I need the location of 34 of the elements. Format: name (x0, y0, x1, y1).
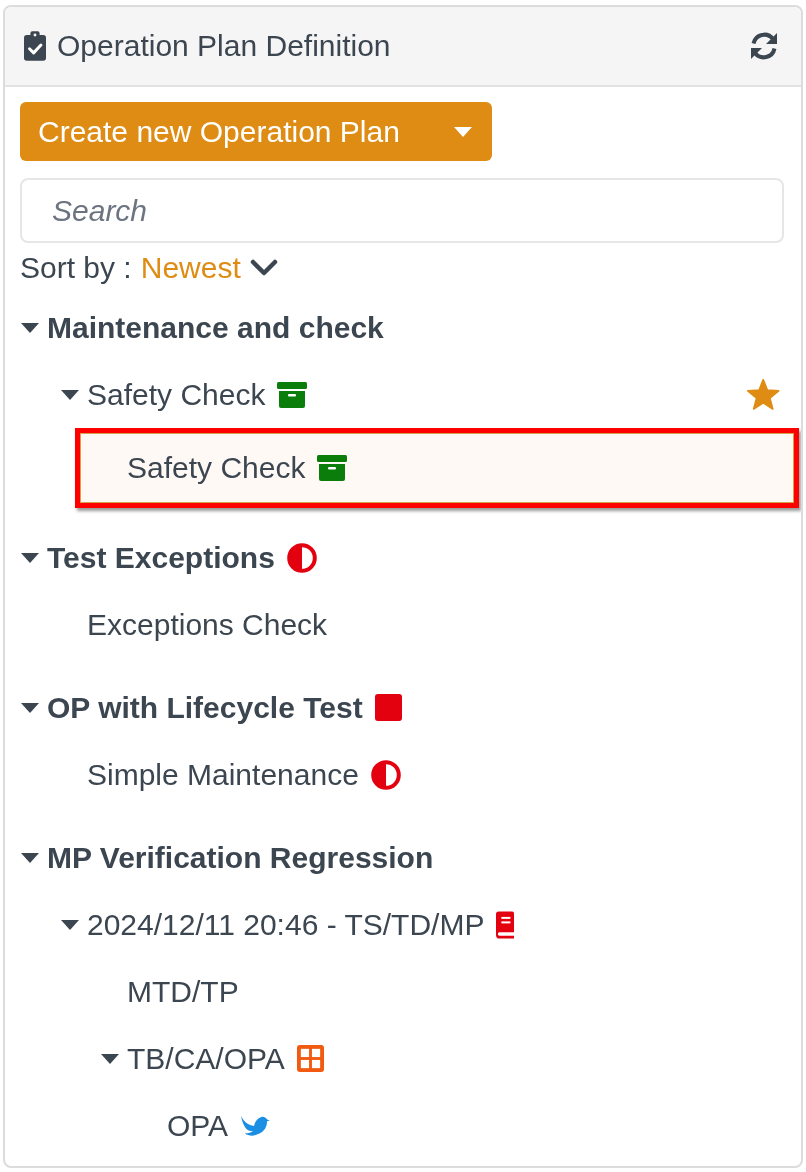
tree-item[interactable]: OPA (5, 1092, 801, 1159)
half-circle-icon (286, 542, 317, 573)
archive-box-icon (277, 381, 308, 408)
tree-item[interactable]: Safety Check (75, 428, 799, 508)
clipboard-check-icon (24, 31, 46, 61)
tree-item[interactable]: MTD/TP (5, 958, 801, 1025)
archive-box-icon (317, 455, 348, 481)
book-icon (496, 910, 515, 939)
tree-item[interactable]: 2024/12/11 20:46 - TS/TD/MP (5, 891, 801, 958)
tree-item[interactable]: TB/CA/OPA (5, 1025, 801, 1092)
chevron-down-icon (249, 259, 278, 277)
grid-icon (296, 1045, 324, 1072)
caret-down-icon[interactable] (21, 552, 39, 563)
tree-item[interactable]: Simple Maintenance (5, 741, 801, 808)
caret-down-icon[interactable] (21, 852, 39, 863)
caret-down-icon[interactable] (101, 1053, 119, 1064)
sort-label: Sort by : (20, 250, 132, 286)
tree-item[interactable]: Safety Check (5, 361, 801, 428)
half-circle-icon (370, 759, 401, 790)
caret-down-icon (454, 126, 472, 137)
square-icon (374, 694, 402, 721)
tree-item[interactable]: MP Verification Regression (5, 824, 801, 891)
star-icon[interactable] (747, 379, 780, 410)
panel-title: Operation Plan Definition (57, 28, 391, 64)
caret-down-icon[interactable] (21, 322, 39, 333)
tree-item[interactable]: Exceptions Check (5, 591, 801, 658)
caret-down-icon[interactable] (21, 702, 39, 713)
refresh-icon[interactable] (748, 30, 780, 62)
caret-down-icon[interactable] (61, 919, 79, 930)
tree-item[interactable]: OP with Lifecycle Test (5, 674, 801, 741)
tree-item[interactable]: Test Exceptions (5, 524, 801, 591)
caret-down-icon[interactable] (61, 389, 79, 400)
tree-item[interactable]: Maintenance and check (5, 294, 801, 361)
search-field[interactable]: Search (20, 178, 784, 243)
